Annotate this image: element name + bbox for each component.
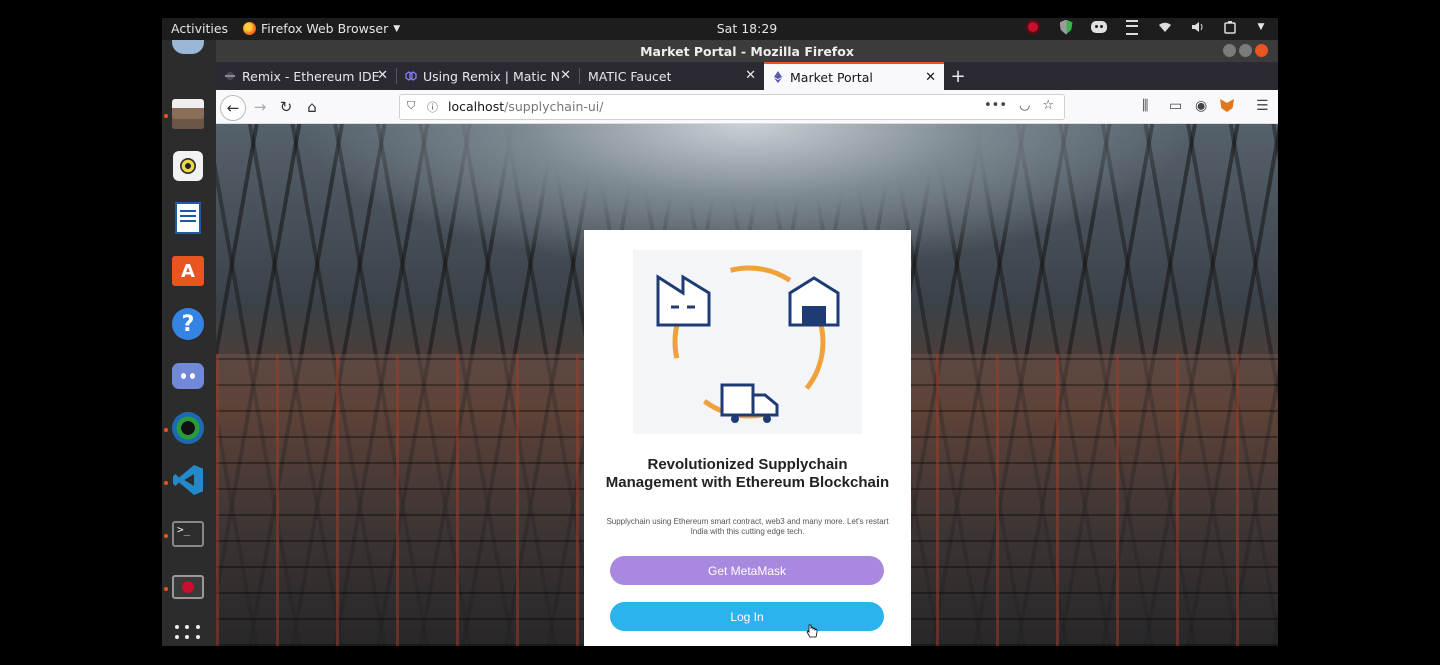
navigation-bar: ← → ↻ ⌂ ⛉ ⓘ localhost/supplychain-ui/ ••… xyxy=(216,90,1278,124)
warehouse-icon xyxy=(788,276,840,327)
tab-using-remix[interactable]: Using Remix | Matic Netw ✕ xyxy=(397,62,579,90)
log-in-button[interactable]: Log In xyxy=(610,602,884,631)
screen-recorder-icon[interactable] xyxy=(170,569,206,605)
desktop-screen: Activities Firefox Web Browser ▼ Sat 18:… xyxy=(162,18,1278,646)
tab-market-portal[interactable]: Market Portal ✕ xyxy=(764,62,944,90)
system-tray: ▼ xyxy=(1025,19,1266,35)
account-icon[interactable]: ◉ xyxy=(1195,98,1207,114)
page-actions-icon[interactable]: ••• xyxy=(984,98,1007,113)
hand-cursor-icon xyxy=(806,624,818,638)
writer-icon[interactable] xyxy=(170,200,206,236)
login-card: Revolutionized Supplychain Management wi… xyxy=(584,230,911,646)
window-titlebar[interactable]: Market Portal - Mozilla Firefox xyxy=(216,40,1278,62)
tab-label: MATIC Faucet xyxy=(588,68,672,84)
close-tab-icon[interactable]: ✕ xyxy=(560,68,571,83)
ethereum-icon xyxy=(772,71,784,83)
close-tab-icon[interactable]: ✕ xyxy=(925,70,936,85)
matic-icon xyxy=(405,70,417,82)
library-icon[interactable]: ⫼ xyxy=(1142,98,1148,114)
close-window-icon[interactable] xyxy=(1255,44,1268,57)
app-grid-icon[interactable] xyxy=(170,620,206,646)
hamburger-menu-icon[interactable]: ☰ xyxy=(1256,98,1269,114)
help-icon[interactable]: ? xyxy=(170,306,206,342)
home-icon[interactable]: ⌂ xyxy=(300,95,324,119)
shield-icon[interactable] xyxy=(1058,19,1074,35)
get-metamask-button[interactable]: Get MetaMask xyxy=(610,556,884,585)
discord-icon[interactable] xyxy=(170,358,206,394)
metamask-fox-icon[interactable] xyxy=(1220,99,1234,112)
webcam-icon[interactable] xyxy=(170,410,206,446)
tab-label: Market Portal xyxy=(790,69,873,85)
vscode-icon[interactable] xyxy=(170,462,206,498)
discord-tray-icon[interactable] xyxy=(1091,20,1107,34)
volume-icon[interactable] xyxy=(1190,20,1206,34)
card-description: Supplychain using Ethereum smart contrac… xyxy=(606,517,889,536)
bookmark-star-icon[interactable]: ☆ xyxy=(1042,98,1054,113)
forward-icon[interactable]: → xyxy=(248,95,272,119)
dock: A ? >_ xyxy=(162,40,216,646)
back-icon[interactable]: ← xyxy=(220,95,246,121)
software-store-icon[interactable]: A xyxy=(170,253,206,289)
tab-bar: Remix - Ethereum IDE ✕ Using Remix | Mat… xyxy=(216,62,1278,90)
new-tab-icon[interactable]: + xyxy=(944,62,972,90)
rhythmbox-icon[interactable] xyxy=(170,148,206,184)
record-indicator-icon[interactable] xyxy=(1025,20,1041,34)
sidebar-icon[interactable]: ▭ xyxy=(1169,98,1182,114)
tracking-shield-icon[interactable]: ⛉ xyxy=(407,99,415,113)
system-top-bar: Activities Firefox Web Browser ▼ Sat 18:… xyxy=(162,18,1278,40)
supply-chain-illustration xyxy=(633,250,862,434)
remix-icon xyxy=(224,70,236,82)
tab-label: Remix - Ethereum IDE xyxy=(242,68,380,84)
battery-icon[interactable] xyxy=(1223,20,1239,34)
terminal-icon[interactable]: >_ xyxy=(170,516,206,552)
info-icon[interactable]: ⓘ xyxy=(427,99,438,115)
tab-label: Using Remix | Matic Netw xyxy=(423,68,559,84)
maximize-icon[interactable] xyxy=(1239,44,1252,57)
firefox-window: Market Portal - Mozilla Firefox Remix - … xyxy=(216,40,1278,646)
factory-icon xyxy=(656,274,711,327)
reload-icon[interactable]: ↻ xyxy=(274,95,298,119)
minimize-icon[interactable] xyxy=(1223,44,1236,57)
tab-matic-faucet[interactable]: MATIC Faucet ✕ xyxy=(580,62,764,90)
wifi-icon[interactable] xyxy=(1157,20,1173,34)
chevron-down-icon[interactable]: ▼ xyxy=(1256,20,1266,34)
url-bar[interactable]: ⛉ ⓘ localhost/supplychain-ui/ ••• ◡ ☆ xyxy=(399,94,1065,120)
page-content: Revolutionized Supplychain Management wi… xyxy=(216,124,1278,646)
close-tab-icon[interactable]: ✕ xyxy=(745,68,756,83)
window-title: Market Portal - Mozilla Firefox xyxy=(640,44,854,59)
card-title: Revolutionized Supplychain Management wi… xyxy=(605,456,890,491)
dock-item-partial[interactable] xyxy=(170,36,206,58)
url-text[interactable]: localhost/supplychain-ui/ xyxy=(448,99,603,114)
close-tab-icon[interactable]: ✕ xyxy=(377,68,388,83)
tab-remix[interactable]: Remix - Ethereum IDE ✕ xyxy=(216,62,396,90)
files-icon[interactable] xyxy=(170,96,206,132)
pocket-icon[interactable]: ◡ xyxy=(1019,98,1030,113)
notes-icon[interactable] xyxy=(1124,19,1140,35)
